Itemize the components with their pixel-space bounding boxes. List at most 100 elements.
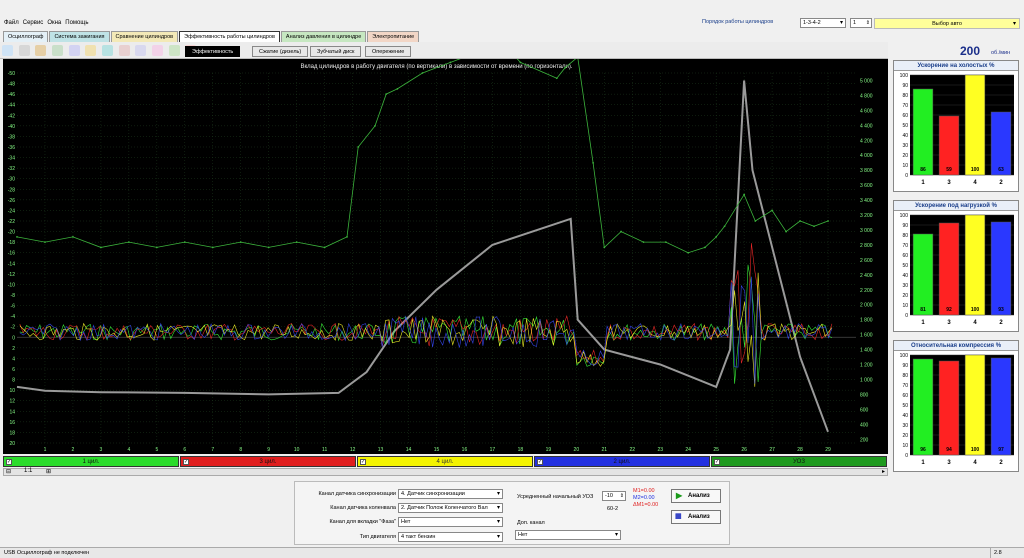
tab-4[interactable]: Анализ давления в цилиндре bbox=[280, 31, 367, 42]
y-left-tick: -16 bbox=[8, 251, 15, 257]
timing-point bbox=[357, 146, 360, 148]
tab-2[interactable]: Сравнение цилиндров bbox=[110, 31, 179, 42]
timing-point bbox=[799, 220, 801, 222]
menu-help[interactable]: Помощь bbox=[65, 16, 88, 30]
subtab-gear-disk[interactable]: Зубчатый диск bbox=[310, 46, 362, 57]
tab-5[interactable]: Электропитание bbox=[367, 31, 420, 42]
grid-icon[interactable] bbox=[52, 45, 64, 56]
chart-title: Вклад цилиндров в работу двигателя (по в… bbox=[300, 64, 572, 70]
timing-point bbox=[813, 225, 815, 228]
y-right-tick: 1 000 bbox=[860, 377, 873, 383]
y-right-tick: 400 bbox=[860, 422, 869, 428]
bars-icon[interactable] bbox=[168, 45, 180, 56]
bold-b-icon[interactable] bbox=[18, 45, 30, 56]
crank-channel-select[interactable]: 2. Датчик Полож Коленчатого Вал bbox=[398, 503, 503, 513]
bar-axis-tick: 100 bbox=[900, 73, 909, 79]
select-auto-button[interactable]: Выбор авто ▾ bbox=[874, 18, 1020, 29]
bar-value-label: 92 bbox=[946, 307, 952, 313]
bar-panel-2: Относительная компрессия % 100 90 80 70 60 50 4… bbox=[893, 340, 1019, 472]
bar-axis-tick: 100 bbox=[900, 353, 909, 359]
bar-axis-tick: 60 bbox=[902, 113, 908, 119]
cylinder-stepper[interactable]: 1 ⇕ bbox=[850, 18, 872, 28]
timing-point bbox=[396, 87, 399, 90]
legend-checkbox[interactable]: ✓ bbox=[537, 459, 543, 465]
zoom-in-icon[interactable]: ⊞ bbox=[46, 468, 51, 475]
timing-point bbox=[785, 230, 787, 233]
timing-point bbox=[100, 246, 102, 249]
cylinder-efficiency-chart[interactable]: -50 -48 -46 -44 -42 -40 -38 -36 -34 -32 -30 -28 -26-… bbox=[3, 59, 888, 454]
legend-channel-1[interactable]: ✓ 3 цил. bbox=[180, 456, 356, 467]
tab-0[interactable]: Осциллограф bbox=[3, 31, 49, 42]
bar-value-label: 86 bbox=[920, 167, 926, 173]
y-left-tick: -24 bbox=[8, 208, 15, 214]
x-tick: 1 bbox=[44, 447, 47, 453]
bar-category-label: 2 bbox=[999, 460, 1003, 466]
menu-file[interactable]: Файл bbox=[4, 16, 19, 30]
legend-channel-2[interactable]: ✓ 4 цил. bbox=[357, 456, 533, 467]
y-left-tick: -50 bbox=[8, 71, 15, 77]
printer-icon[interactable] bbox=[35, 45, 47, 56]
scale-icon[interactable] bbox=[85, 45, 97, 56]
bar-category-label: 1 bbox=[921, 180, 925, 186]
y-left-tick: 4 bbox=[12, 356, 15, 362]
filter-icon[interactable] bbox=[135, 45, 147, 56]
legend-channel-4[interactable]: ✓ УОЗ bbox=[711, 456, 887, 467]
bar-axis-tick: 30 bbox=[902, 283, 908, 289]
chart-scrollbar[interactable]: ⊟ 1:1 ⊞ ▸ bbox=[3, 468, 888, 476]
firing-order-label: Порядок работы цилиндров bbox=[702, 19, 774, 25]
bar-4 bbox=[964, 214, 986, 316]
legend-checkbox[interactable]: ✓ bbox=[183, 459, 189, 465]
analyze-bars-button[interactable]: ▦ Анализ bbox=[671, 510, 721, 524]
timing-point bbox=[620, 230, 622, 233]
engine-type-select[interactable]: 4 такт бензин bbox=[398, 532, 503, 542]
y-left-tick: -48 bbox=[8, 82, 15, 88]
legend-checkbox[interactable]: ✓ bbox=[360, 459, 366, 465]
scroll-right-icon[interactable]: ▸ bbox=[882, 468, 885, 475]
cursor-icon[interactable] bbox=[2, 45, 13, 56]
bar-axis-tick: 40 bbox=[902, 273, 908, 279]
y-right-tick: 4 800 bbox=[860, 93, 873, 99]
legend-channel-3[interactable]: ✓ 2 цил. bbox=[534, 456, 710, 467]
timing-point bbox=[723, 225, 726, 228]
y-right-tick: 5 000 bbox=[860, 78, 873, 84]
phase-channel-select[interactable]: Нет bbox=[398, 517, 503, 527]
table-icon[interactable] bbox=[118, 45, 130, 56]
y-left-tick: -14 bbox=[8, 261, 15, 267]
y-left-tick: -6 bbox=[11, 304, 16, 310]
subtab-advance[interactable]: Опережение bbox=[365, 46, 412, 57]
avg-timing-stepper[interactable]: -10 ⇕ bbox=[602, 491, 626, 501]
menu-service[interactable]: Сервис bbox=[23, 16, 44, 30]
x-tick: 13 bbox=[378, 447, 384, 453]
tab-3[interactable]: Эффективность работы цилиндров bbox=[179, 31, 280, 42]
x-tick: 18 bbox=[518, 447, 524, 453]
timing-point bbox=[592, 161, 595, 164]
subtab-efficiency[interactable]: Эффективность bbox=[185, 46, 241, 57]
y-right-tick: 1 600 bbox=[860, 333, 873, 339]
bar-category-label: 4 bbox=[973, 460, 977, 466]
bar-category-label: 4 bbox=[973, 320, 977, 326]
rpm-value: 200 bbox=[960, 44, 981, 58]
analyze-button[interactable]: ▶ Анализ bbox=[671, 489, 721, 503]
mark-icon[interactable] bbox=[102, 45, 114, 56]
legend-checkbox[interactable]: ✓ bbox=[714, 459, 720, 465]
extra-channel-select[interactable]: Нет bbox=[515, 530, 621, 540]
wave-icon[interactable] bbox=[68, 45, 80, 56]
legend-checkbox[interactable]: ✓ bbox=[6, 459, 12, 465]
legend-channel-0[interactable]: ✓ 1 цил. bbox=[3, 456, 179, 467]
y-right-tick: 1 400 bbox=[860, 348, 873, 354]
y-left-tick: -28 bbox=[8, 187, 15, 193]
menu-windows[interactable]: Окна bbox=[47, 16, 61, 30]
y-left-tick: 16 bbox=[9, 420, 15, 426]
x-tick: 9 bbox=[267, 447, 270, 453]
x-tick: 3 bbox=[100, 447, 103, 453]
firing-order-select[interactable]: 1-3-4-2 bbox=[800, 18, 846, 28]
timing-point bbox=[743, 193, 746, 196]
bar-axis-tick: 70 bbox=[902, 243, 908, 249]
tab-1[interactable]: Система зажигания bbox=[49, 31, 110, 42]
timing-point bbox=[72, 235, 74, 238]
sync-channel-select[interactable]: 4. Датчик синхронизации bbox=[398, 489, 503, 499]
settings-panel: Канал датчика синхронизации 4. Датчик си… bbox=[294, 481, 730, 545]
stats-icon[interactable] bbox=[152, 45, 164, 56]
subtab-compression[interactable]: Сжатие (дизель) bbox=[252, 46, 309, 57]
zoom-out-icon[interactable]: ⊟ bbox=[6, 468, 11, 475]
